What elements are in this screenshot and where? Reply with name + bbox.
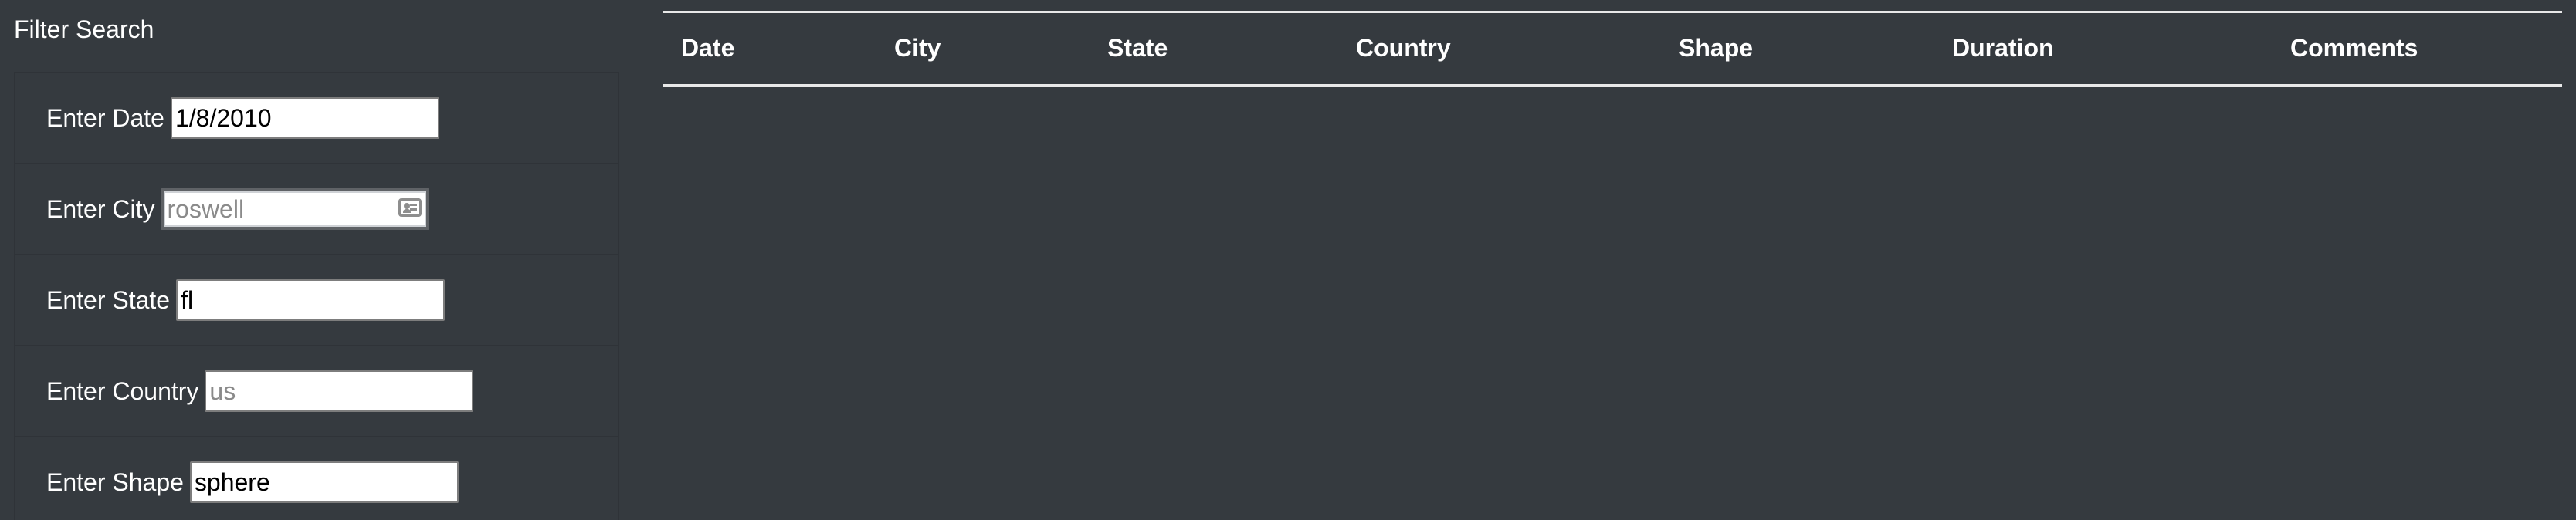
country-label: Enter Country [46, 376, 199, 405]
column-header-state: State [1107, 34, 1168, 62]
results-table-header: Date City State Country Shape Duration C… [663, 12, 2562, 86]
column-header-country: Country [1356, 34, 1451, 62]
column-header-date: Date [681, 34, 735, 62]
contact-card-icon[interactable] [398, 198, 422, 217]
state-label: Enter State [46, 285, 171, 314]
column-header-comments: Comments [2290, 34, 2418, 62]
filter-heading: Filter Search [14, 15, 154, 43]
column-header-duration: Duration [1952, 34, 2054, 62]
filter-item-state: Enter State [15, 255, 618, 346]
filter-item-shape: Enter Shape [15, 437, 618, 520]
filter-panel: Filter Search Enter Date Enter City [0, 0, 619, 520]
page: Filter Search Enter Date Enter City [0, 0, 2576, 520]
state-input[interactable] [176, 279, 446, 321]
shape-input[interactable] [189, 461, 459, 503]
date-input[interactable] [170, 97, 439, 139]
header-row: Date City State Country Shape Duration C… [663, 12, 2562, 86]
filter-item-city: Enter City [15, 164, 618, 255]
column-header-shape: Shape [1679, 34, 1754, 62]
column-header-city: City [894, 34, 941, 62]
city-input[interactable] [161, 188, 430, 230]
filter-item-country: Enter Country [15, 346, 618, 437]
filter-list: Enter Date Enter City Enter State [14, 72, 619, 520]
city-label: Enter City [46, 194, 155, 223]
city-input-wrapper [161, 188, 430, 230]
results-table-section: Date City State Country Shape Duration C… [663, 11, 2562, 87]
results-table: Date City State Country Shape Duration C… [663, 11, 2562, 87]
filter-item-date: Enter Date [15, 73, 618, 164]
shape-label: Enter Shape [46, 468, 184, 496]
country-input[interactable] [205, 370, 474, 412]
date-label: Enter Date [46, 103, 164, 132]
